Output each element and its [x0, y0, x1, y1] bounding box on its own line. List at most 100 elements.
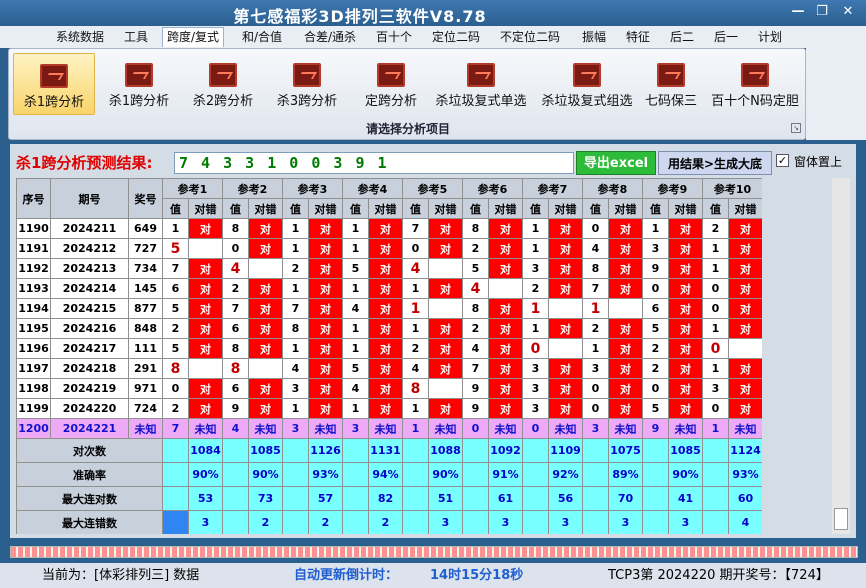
table-row[interactable]: 1199 2024220 724 2 对 9 对 1 对 1 对 1 对 9 对 3 对 0 对 5 对 0 对 [16, 398, 762, 419]
cell-issue: 2024218 [50, 358, 129, 379]
sub-header-value[interactable]: 值 [702, 198, 729, 219]
sub-header-judge[interactable]: 对错 [548, 198, 583, 219]
ribbon-fixed-span[interactable]: 定跨分析 [355, 53, 427, 115]
menu-plan[interactable]: 计划 [758, 28, 782, 48]
sub-header-judge[interactable]: 对错 [488, 198, 523, 219]
table-row[interactable]: 1193 2024214 145 6 对 2 对 1 对 1 对 1 对 4 2 对 7 对 0 对 0 对 [16, 278, 762, 299]
cell-value: 8 [282, 318, 309, 339]
stats-spacer [282, 438, 309, 463]
dialog-launcher-icon[interactable]: ↘ [791, 123, 801, 133]
close-button[interactable]: ✕ [836, 4, 860, 19]
menu-feature[interactable]: 特征 [626, 28, 650, 48]
table-row-unknown[interactable]: 1200 2024221 未知 7 未知 4 未知 3 未知 3 未知 1 未知 0 未知 0 未知 3 未知 9 未知… [16, 418, 762, 439]
menu-tools[interactable]: 工具 [124, 28, 148, 48]
col-header-ref-2[interactable]: 参考2 [222, 178, 283, 199]
table-row[interactable]: 1198 2024219 971 0 对 6 对 3 对 4 对 8 9 对 3 对 0 对 0 对 3 对 [16, 378, 762, 399]
table-row[interactable]: 1190 2024211 649 1 对 8 对 1 对 1 对 7 对 8 对 1 对 0 对 1 对 2 对 [16, 218, 762, 239]
sub-header-judge[interactable]: 对错 [248, 198, 283, 219]
col-header-issue[interactable]: 期号 [50, 178, 129, 219]
sub-header-value[interactable]: 值 [522, 198, 549, 219]
cell-judge-hit: 对 [488, 318, 523, 339]
cell-value: 1 [282, 398, 309, 419]
prediction-field[interactable]: 7 4 3 3 1 0 0 3 9 1 [174, 152, 574, 174]
cell-value: 7 [462, 358, 489, 379]
stats-value: 3 [428, 510, 463, 534]
col-header-ref-4[interactable]: 参考4 [342, 178, 403, 199]
col-header-ref-9[interactable]: 参考9 [642, 178, 703, 199]
cell-judge-miss [428, 298, 463, 319]
sub-header-judge[interactable]: 对错 [668, 198, 703, 219]
menu-last-two[interactable]: 后二 [670, 28, 694, 48]
generate-base-button[interactable]: 用结果>生成大底 [658, 151, 772, 175]
menu-system-data[interactable]: 系统数据 [56, 28, 104, 48]
menu-sum[interactable]: 和/合值 [242, 28, 282, 48]
sub-header-value[interactable]: 值 [402, 198, 429, 219]
sub-header-judge[interactable]: 对错 [308, 198, 343, 219]
cell-value: 5 [462, 258, 489, 279]
sub-header-judge[interactable]: 对错 [728, 198, 762, 219]
col-header-ref-3[interactable]: 参考3 [282, 178, 343, 199]
col-header-ref-7[interactable]: 参考7 [522, 178, 583, 199]
col-header-seq[interactable]: 序号 [16, 178, 51, 219]
menu-bsg[interactable]: 百十个 [376, 28, 412, 48]
maximize-button[interactable]: ❐ [810, 4, 834, 19]
menu-span-compound[interactable]: 跨度/复式 [162, 27, 225, 47]
sub-header-value[interactable]: 值 [462, 198, 489, 219]
cell-value: 2 [282, 258, 309, 279]
cell-judge-hit: 对 [188, 338, 223, 359]
ribbon-kill1-span[interactable]: 杀1跨分析 [103, 53, 175, 115]
table-row[interactable]: 1195 2024216 848 2 对 6 对 8 对 1 对 1 对 2 对 1 对 2 对 5 对 1 对 [16, 318, 762, 339]
sub-header-value[interactable]: 值 [342, 198, 369, 219]
sub-header-judge[interactable]: 对错 [188, 198, 223, 219]
vertical-scrollbar[interactable] [832, 178, 850, 534]
scrollbar-thumb[interactable] [834, 508, 848, 530]
table-row[interactable]: 1192 2024213 734 7 对 4 2 对 5 对 4 5 对 3 对 8 对 9 对 1 对 [16, 258, 762, 279]
stats-spacer [522, 510, 549, 534]
sub-header-value[interactable]: 值 [222, 198, 249, 219]
cell-value: 4 [462, 338, 489, 359]
table-row[interactable]: 1191 2024212 727 5 0 对 1 对 1 对 0 对 2 对 1 对 4 对 3 对 1 对 [16, 238, 762, 259]
sub-header-value[interactable]: 值 [282, 198, 309, 219]
menu-unfixed-two[interactable]: 不定位二码 [500, 28, 560, 48]
sub-header-value[interactable]: 值 [582, 198, 609, 219]
stats-spacer [462, 462, 489, 487]
ribbon-seven-code[interactable]: 七码保三 [641, 53, 701, 115]
cell-prize: 877 [128, 298, 163, 319]
sub-header-judge[interactable]: 对错 [428, 198, 463, 219]
col-header-ref-10[interactable]: 参考10 [702, 178, 762, 199]
ribbon-junk-compound-group[interactable]: 杀垃圾复式组选 [537, 53, 637, 115]
menu-fixed-two[interactable]: 定位二码 [432, 28, 480, 48]
cell-value: 0 [522, 418, 549, 439]
ribbon-junk-compound-single[interactable]: 杀垃圾复式单选 [431, 53, 531, 115]
table-row[interactable]: 1196 2024217 111 5 对 8 对 1 对 1 对 2 对 4 对 0 1 对 2 对 0 [16, 338, 762, 359]
menu-sum-diff[interactable]: 合差/通杀 [304, 28, 356, 48]
cell-value: 3 [282, 378, 309, 399]
sub-header-value[interactable]: 值 [162, 198, 189, 219]
sub-header-judge[interactable]: 对错 [608, 198, 643, 219]
stats-value: 1085 [668, 438, 703, 463]
export-excel-button[interactable]: 导出excel [576, 151, 656, 175]
sub-header-judge[interactable]: 对错 [368, 198, 403, 219]
cell-judge-hit: 对 [608, 258, 643, 279]
cell-prize: 848 [128, 318, 163, 339]
cell-value: 4 [582, 238, 609, 259]
ribbon-kill2-span[interactable]: 杀2跨分析 [187, 53, 259, 115]
sub-header-value[interactable]: 值 [642, 198, 669, 219]
ribbon-kill3-span[interactable]: 杀3跨分析 [271, 53, 343, 115]
col-header-ref-8[interactable]: 参考8 [582, 178, 643, 199]
table-row[interactable]: 1194 2024215 877 5 对 7 对 7 对 4 对 1 8 对 1 1 6 对 0 对 [16, 298, 762, 319]
always-on-top-checkbox[interactable]: ✓ [776, 154, 789, 167]
table-row[interactable]: 1197 2024218 291 8 8 4 对 5 对 4 对 7 对 3 对 3 对 2 对 1 对 [16, 358, 762, 379]
minimize-button[interactable]: — [786, 4, 810, 19]
col-header-ref-1[interactable]: 参考1 [162, 178, 223, 199]
progress-bar [10, 546, 858, 558]
col-header-prize[interactable]: 奖号 [128, 178, 163, 219]
stats-spacer [282, 510, 309, 534]
ribbon-kill1-span-active[interactable]: 杀1跨分析 [13, 53, 95, 115]
menu-amplitude[interactable]: 振幅 [582, 28, 606, 48]
col-header-ref-5[interactable]: 参考5 [402, 178, 463, 199]
menu-last-one[interactable]: 后一 [714, 28, 738, 48]
stats-value: 3 [188, 510, 223, 534]
ribbon-bsg-n-code[interactable]: 百十个N码定胆 [707, 53, 803, 115]
col-header-ref-6[interactable]: 参考6 [462, 178, 523, 199]
